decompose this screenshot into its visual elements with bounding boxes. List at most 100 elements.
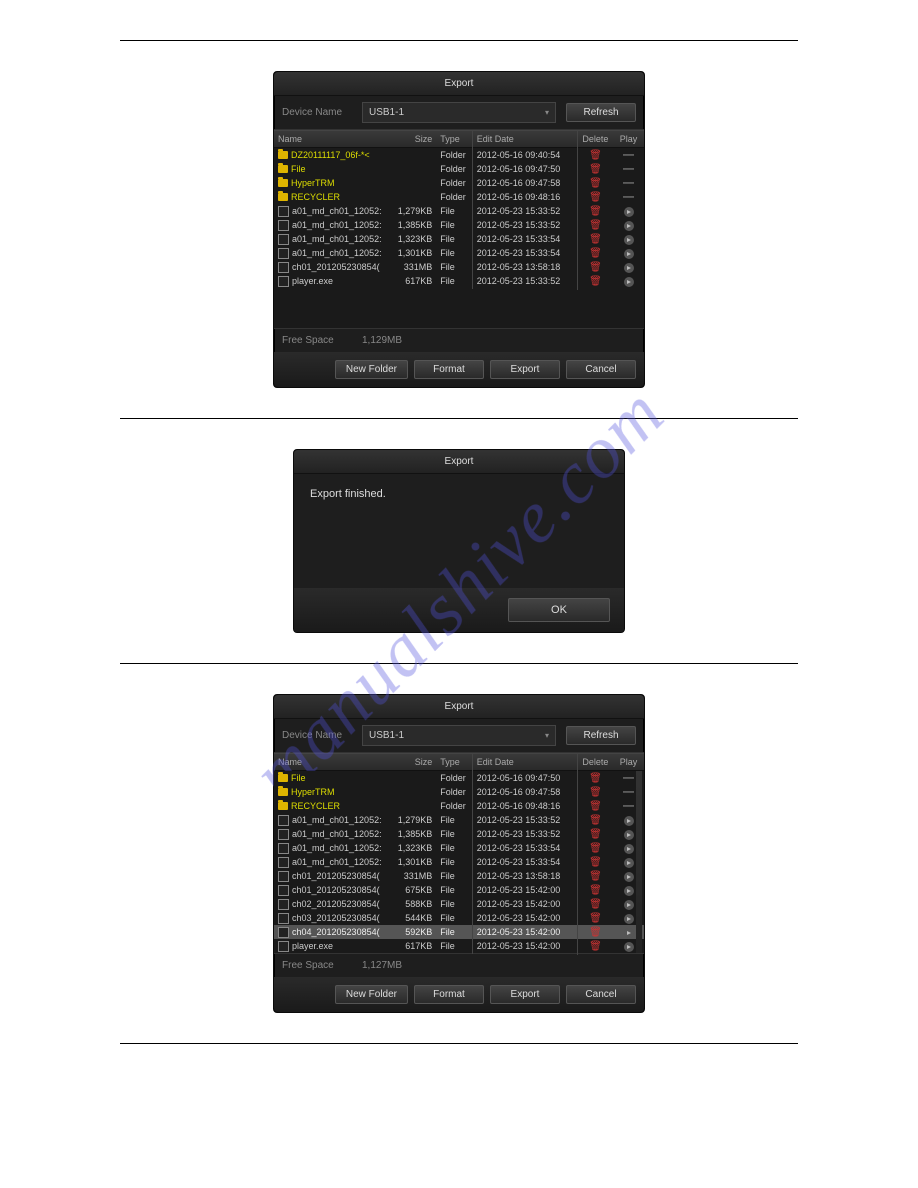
play-icon[interactable] — [624, 249, 634, 259]
play-icon[interactable] — [624, 914, 634, 924]
checkbox-icon[interactable] — [278, 206, 289, 217]
delete-icon[interactable]: 🗑 — [589, 787, 602, 798]
export-button[interactable]: Export — [490, 985, 560, 1004]
cancel-button[interactable]: Cancel — [566, 360, 636, 379]
col-play[interactable]: Play — [613, 754, 644, 770]
checkbox-icon[interactable] — [278, 913, 289, 924]
delete-icon[interactable]: 🗑 — [589, 164, 602, 175]
new-folder-button[interactable]: New Folder — [335, 985, 408, 1004]
play-icon[interactable] — [624, 235, 634, 245]
play-icon[interactable] — [624, 900, 634, 910]
folder-icon[interactable] — [278, 165, 288, 173]
delete-icon[interactable]: 🗑 — [589, 857, 602, 868]
new-folder-button[interactable]: New Folder — [335, 360, 408, 379]
checkbox-icon[interactable] — [278, 829, 289, 840]
table-row[interactable]: player.exe617KBFile2012-05-23 15:33:52🗑 — [274, 274, 644, 288]
play-icon[interactable] — [624, 928, 634, 938]
free-space-value: 1,129MB — [362, 335, 402, 346]
delete-icon[interactable]: 🗑 — [589, 801, 602, 812]
export-button[interactable]: Export — [490, 360, 560, 379]
file-size — [387, 803, 436, 809]
file-name: DZ20111117_06f-*< — [291, 150, 370, 160]
file-name: a01_md_ch01_12052: — [292, 815, 382, 825]
play-icon[interactable] — [624, 221, 634, 231]
format-button[interactable]: Format — [414, 360, 484, 379]
checkbox-icon[interactable] — [278, 843, 289, 854]
refresh-button[interactable]: Refresh — [566, 103, 636, 122]
delete-icon[interactable]: 🗑 — [589, 262, 602, 273]
folder-icon[interactable] — [278, 802, 288, 810]
checkbox-icon[interactable] — [278, 815, 289, 826]
delete-icon[interactable]: 🗑 — [589, 773, 602, 784]
file-name: player.exe — [292, 941, 333, 951]
delete-icon[interactable]: 🗑 — [589, 150, 602, 161]
play-icon[interactable] — [624, 858, 634, 868]
col-type[interactable]: Type — [436, 131, 471, 147]
checkbox-icon[interactable] — [278, 234, 289, 245]
col-type[interactable]: Type — [436, 754, 471, 770]
device-name-select[interactable]: USB1-1 ▾ — [362, 725, 556, 746]
play-icon[interactable] — [624, 942, 634, 952]
ok-button[interactable]: OK — [508, 598, 610, 622]
checkbox-icon[interactable] — [278, 276, 289, 287]
col-date[interactable]: Edit Date — [472, 754, 577, 770]
device-name-select[interactable]: USB1-1 ▾ — [362, 102, 556, 123]
checkbox-icon[interactable] — [278, 941, 289, 952]
folder-icon[interactable] — [278, 193, 288, 201]
col-delete[interactable]: Delete — [577, 131, 613, 147]
format-button[interactable]: Format — [414, 985, 484, 1004]
folder-icon[interactable] — [278, 788, 288, 796]
delete-icon[interactable]: 🗑 — [589, 276, 602, 287]
play-icon[interactable] — [624, 886, 634, 896]
delete-icon[interactable]: 🗑 — [589, 178, 602, 189]
cancel-button[interactable]: Cancel — [566, 985, 636, 1004]
delete-icon[interactable]: 🗑 — [589, 913, 602, 924]
col-date[interactable]: Edit Date — [472, 131, 577, 147]
delete-icon[interactable]: 🗑 — [589, 248, 602, 259]
delete-icon[interactable]: 🗑 — [589, 206, 602, 217]
device-name-value: USB1-1 — [369, 730, 404, 741]
col-delete[interactable]: Delete — [577, 754, 613, 770]
checkbox-icon[interactable] — [278, 857, 289, 868]
chevron-down-icon: ▾ — [545, 108, 549, 117]
col-name[interactable]: Name — [274, 754, 387, 770]
checkbox-icon[interactable] — [278, 899, 289, 910]
play-icon[interactable] — [624, 844, 634, 854]
folder-icon[interactable] — [278, 179, 288, 187]
folder-icon[interactable] — [278, 774, 288, 782]
play-icon[interactable] — [624, 816, 634, 826]
delete-icon[interactable]: 🗑 — [589, 815, 602, 826]
col-size[interactable]: Size — [387, 754, 436, 770]
checkbox-icon[interactable] — [278, 885, 289, 896]
delete-icon[interactable]: 🗑 — [589, 871, 602, 882]
delete-icon[interactable]: 🗑 — [589, 192, 602, 203]
play-icon[interactable] — [624, 830, 634, 840]
play-icon[interactable] — [624, 277, 634, 287]
file-size — [387, 166, 436, 172]
file-table-header: Name Size Type Edit Date Delete Play — [274, 753, 644, 771]
delete-icon[interactable]: 🗑 — [589, 885, 602, 896]
scrollbar[interactable] — [636, 771, 642, 953]
checkbox-icon[interactable] — [278, 927, 289, 938]
play-icon[interactable] — [624, 207, 634, 217]
checkbox-icon[interactable] — [278, 262, 289, 273]
delete-icon[interactable]: 🗑 — [589, 941, 602, 952]
folder-icon[interactable] — [278, 151, 288, 159]
col-play[interactable]: Play — [613, 131, 644, 147]
refresh-button[interactable]: Refresh — [566, 726, 636, 745]
delete-icon[interactable]: 🗑 — [589, 899, 602, 910]
play-icon[interactable] — [624, 263, 634, 273]
delete-icon[interactable]: 🗑 — [589, 220, 602, 231]
delete-icon[interactable]: 🗑 — [589, 927, 602, 938]
col-name[interactable]: Name — [274, 131, 387, 147]
delete-icon[interactable]: 🗑 — [589, 234, 602, 245]
delete-icon[interactable]: 🗑 — [589, 829, 602, 840]
checkbox-icon[interactable] — [278, 871, 289, 882]
play-icon[interactable] — [624, 872, 634, 882]
table-row[interactable]: player.exe617KBFile2012-05-23 15:42:00🗑 — [274, 939, 644, 953]
checkbox-icon[interactable] — [278, 220, 289, 231]
delete-icon[interactable]: 🗑 — [589, 843, 602, 854]
checkbox-icon[interactable] — [278, 248, 289, 259]
file-name: a01_md_ch01_12052: — [292, 206, 382, 216]
col-size[interactable]: Size — [387, 131, 436, 147]
